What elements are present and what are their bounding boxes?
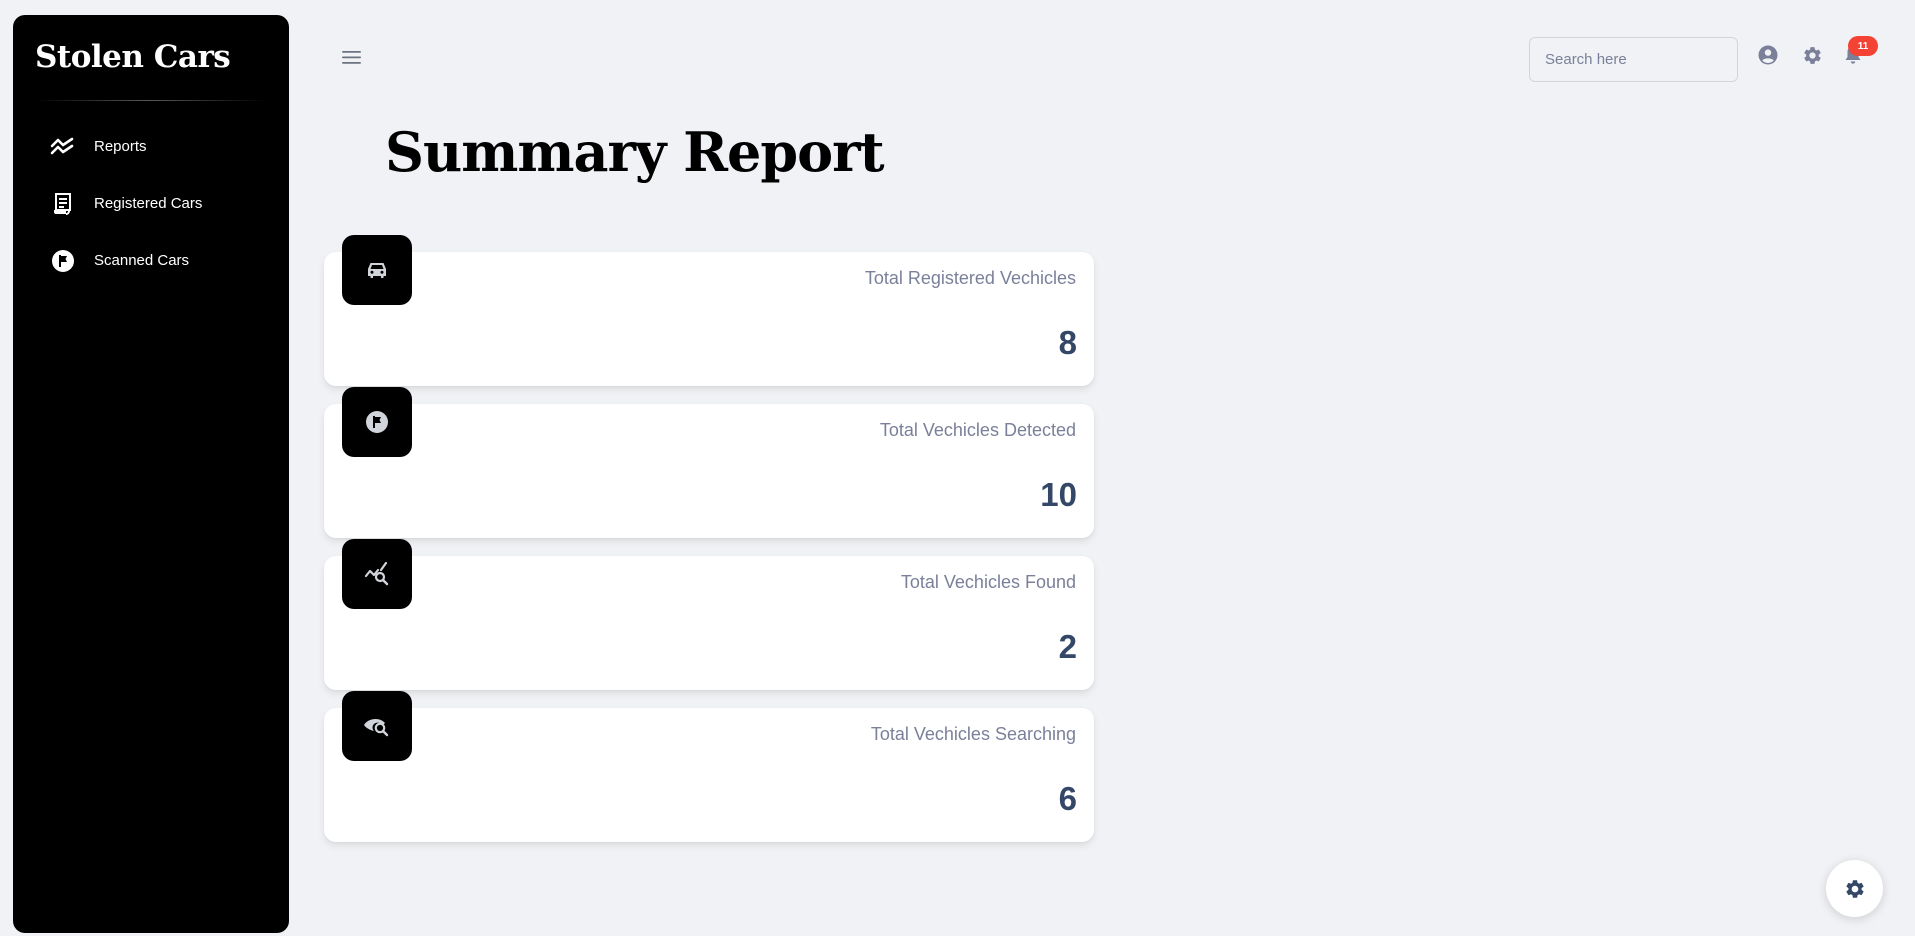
search-input[interactable] (1529, 37, 1738, 82)
page-title: Summary Report (385, 120, 885, 184)
gear-icon (1844, 878, 1866, 900)
stat-value: 2 (1058, 628, 1077, 665)
sidebar-item-label: Reports (94, 138, 147, 155)
stat-value: 8 (1058, 324, 1077, 361)
notification-badge: 11 (1848, 36, 1878, 56)
stat-card-detected: Total Vechicles Detected 10 (324, 387, 1094, 538)
stat-label: Total Registered Vechicles (864, 268, 1076, 288)
stat-card-registered: Total Registered Vechicles 8 (324, 235, 1094, 386)
flag-icon (342, 387, 412, 457)
account-icon[interactable] (1757, 44, 1779, 66)
stat-value: 6 (1058, 780, 1077, 817)
eye-search-icon (342, 691, 412, 761)
configurator-button[interactable] (1826, 860, 1883, 917)
flag-icon (50, 248, 76, 274)
stat-label: Total Vechicles Searching (870, 724, 1076, 744)
sidebar-item-label: Scanned Cars (94, 252, 190, 269)
stat-card-found: Total Vechicles Found 2 (324, 539, 1094, 690)
sidebar-item-scanned-cars[interactable]: Scanned Cars (13, 232, 289, 289)
sidebar: Stolen Cars Reports Registered Cars Scan… (13, 15, 289, 933)
trending-icon (50, 134, 76, 160)
query-stats-icon (342, 539, 412, 609)
stat-value: 10 (1040, 476, 1077, 513)
stat-label: Total Vechicles Found (900, 572, 1076, 592)
sidebar-item-label: Registered Cars (94, 195, 203, 212)
stat-card-searching: Total Vechicles Searching 6 (324, 691, 1094, 842)
sidebar-nav: Reports Registered Cars Scanned Cars (13, 118, 289, 289)
settings-icon[interactable] (1801, 44, 1823, 66)
sidebar-item-reports[interactable]: Reports (13, 118, 289, 175)
sidebar-divider (35, 100, 267, 101)
stat-label: Total Vechicles Detected (879, 420, 1076, 440)
receipt-icon (50, 191, 76, 217)
brand-title[interactable]: Stolen Cars (35, 39, 231, 75)
sidebar-item-registered-cars[interactable]: Registered Cars (13, 175, 289, 232)
car-icon (342, 235, 412, 305)
menu-toggle-icon[interactable] (340, 48, 364, 68)
